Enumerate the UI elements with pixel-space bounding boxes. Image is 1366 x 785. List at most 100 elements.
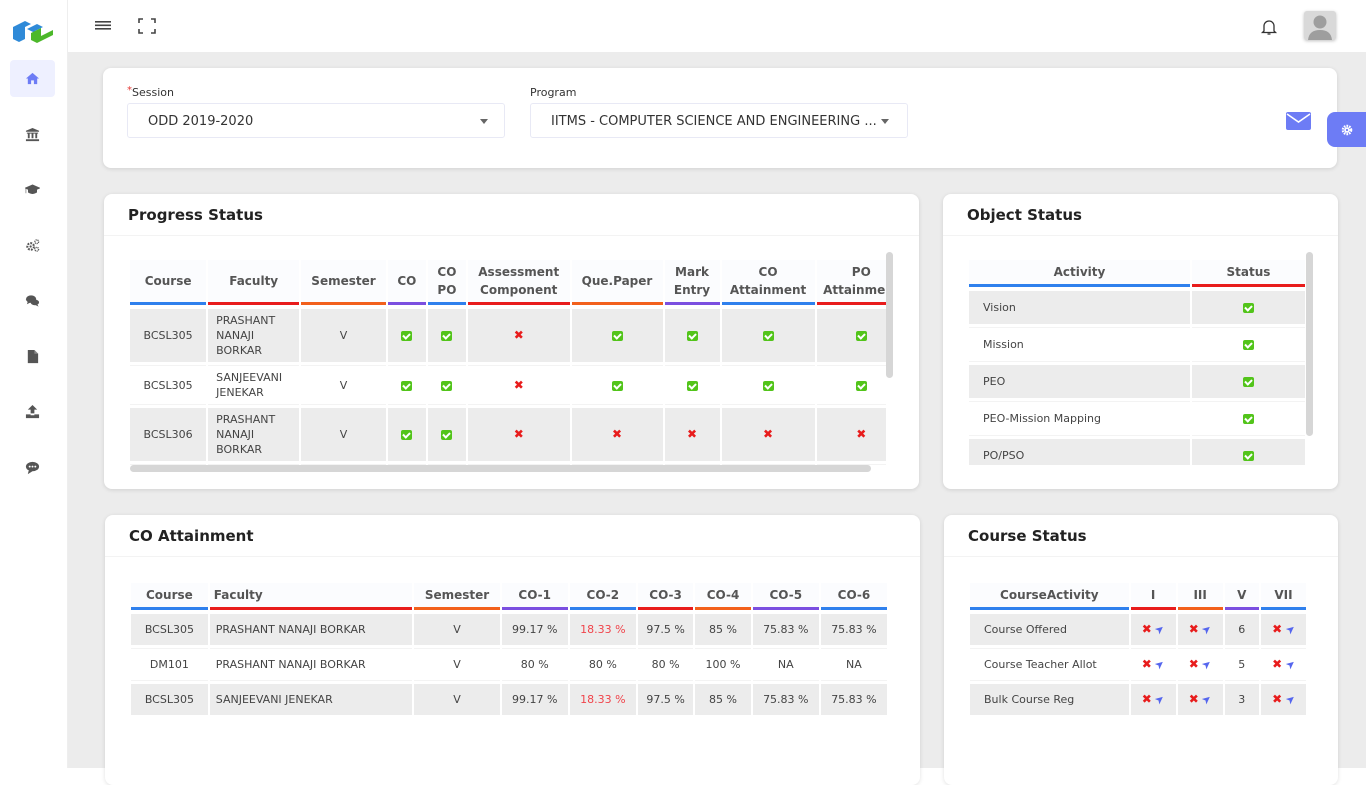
status-cell — [427, 408, 466, 461]
cross-icon: ✖ — [513, 427, 524, 441]
semester-status-cell[interactable]: ✖ ➤ — [1260, 684, 1306, 715]
fullscreen-icon[interactable] — [138, 18, 156, 34]
sidebar-item-chat[interactable] — [10, 449, 55, 486]
column-header: Faculty — [208, 260, 300, 305]
column-header: Assessment Component — [467, 260, 570, 305]
activity-cell: Vision — [969, 291, 1190, 324]
cross-icon: ✖ — [1188, 692, 1199, 706]
bell-icon[interactable] — [1260, 18, 1278, 36]
status-cell: ✖ — [467, 366, 570, 404]
send-icon[interactable]: ➤ — [1152, 691, 1169, 708]
divider — [943, 235, 1338, 236]
send-icon[interactable]: ➤ — [1199, 621, 1216, 638]
sidebar-item-discussions[interactable] — [10, 282, 55, 319]
program-label: Program — [530, 86, 577, 99]
status-cell: ✖ — [816, 408, 886, 461]
column-header: V — [1224, 583, 1259, 610]
table-row[interactable]: DM101 PRASHANT NANAJI BORKAR V 80 % 80 % 80 %… — [131, 649, 887, 680]
progress-status-card: Progress Status Course Faculty Semester CO C… — [104, 194, 919, 489]
table-row[interactable]: Course Offered ✖ ➤ ✖ ➤ 6 ✖ ➤ — [970, 614, 1306, 645]
cross-icon: ✖ — [1272, 692, 1283, 706]
send-icon[interactable]: ➤ — [1199, 691, 1216, 708]
semester-status-cell[interactable]: ✖ ➤ — [1260, 614, 1306, 645]
cross-icon: ✖ — [856, 427, 867, 441]
status-cell — [571, 366, 663, 404]
session-select[interactable]: ODD 2019-2020 — [127, 103, 505, 138]
table-row[interactable]: PEO-Mission Mapping — [969, 402, 1305, 435]
send-icon[interactable]: ➤ — [1282, 656, 1299, 673]
sidebar-item-home[interactable] — [10, 60, 55, 97]
co-value-cell: 75.83 % — [752, 614, 819, 645]
table-row[interactable]: PEO — [969, 365, 1305, 398]
check-icon — [1242, 451, 1254, 461]
table-row[interactable]: Vision — [969, 291, 1305, 324]
semester-status-cell[interactable]: ✖ ➤ — [1260, 649, 1306, 680]
cross-icon: ✖ — [1141, 657, 1152, 671]
table-row[interactable]: BCSL305 SANJEEVANI JENEKAR V 99.17 % 18.33 %… — [131, 684, 887, 715]
sidebar-item-institution[interactable] — [10, 116, 55, 153]
semester-status-cell[interactable]: ✖ ➤ — [1130, 614, 1176, 645]
activity-cell: PEO-Mission Mapping — [969, 402, 1190, 435]
send-icon[interactable]: ➤ — [1282, 691, 1299, 708]
cross-icon: ✖ — [1188, 657, 1199, 671]
sidebar-item-academics[interactable] — [10, 171, 55, 208]
send-icon[interactable]: ➤ — [1152, 621, 1169, 638]
check-icon — [441, 430, 453, 440]
status-cell: ✖ — [467, 309, 570, 362]
hamburger-icon[interactable] — [94, 18, 112, 34]
send-icon[interactable]: ➤ — [1199, 656, 1216, 673]
sidebar-item-documents[interactable] — [10, 338, 55, 375]
home-icon — [25, 72, 40, 85]
table-row[interactable]: BCSL306 PRASHANT NANAJI BORKAR V ✖ ✖ ✖ ✖ ✖ — [130, 408, 886, 461]
table-row[interactable]: PO/PSO — [969, 439, 1305, 465]
horizontal-scrollbar[interactable] — [130, 465, 871, 472]
user-avatar[interactable] — [1304, 11, 1336, 40]
program-select[interactable]: IITMS - COMPUTER SCIENCE AND ENGINEERING… — [530, 103, 908, 138]
table-row[interactable]: Bulk Course Reg ✖ ➤ ✖ ➤ 3 ✖ ➤ — [970, 684, 1306, 715]
semester-status-cell: 5 — [1224, 649, 1259, 680]
cross-icon: ✖ — [513, 328, 524, 342]
table-row[interactable]: Course Teacher Allot ✖ ➤ ✖ ➤ 5 ✖ ➤ — [970, 649, 1306, 680]
table-row[interactable]: BCSL305 PRASHANT NANAJI BORKAR V ✖ — [130, 309, 886, 362]
vertical-scrollbar[interactable] — [1306, 252, 1313, 436]
progress-table-scroll[interactable]: Course Faculty Semester CO CO PO Assessment C… — [128, 256, 886, 468]
semester-cell: V — [301, 309, 386, 362]
column-header: I — [1130, 583, 1176, 610]
status-cell — [1191, 439, 1305, 465]
semester-status-cell[interactable]: ✖ ➤ — [1177, 614, 1223, 645]
column-header: CO-2 — [569, 583, 636, 610]
table-row[interactable]: BCSL305 SANJEEVANI JENEKAR V ✖ — [130, 366, 886, 404]
vertical-scrollbar[interactable] — [886, 252, 893, 378]
sidebar-item-upload[interactable] — [10, 393, 55, 430]
semester-status-cell[interactable]: ✖ ➤ — [1130, 684, 1176, 715]
table-row[interactable]: Mission — [969, 328, 1305, 361]
session-value: ODD 2019-2020 — [148, 114, 254, 129]
send-icon[interactable]: ➤ — [1152, 656, 1169, 673]
sidebar-item-settings[interactable] — [10, 227, 55, 264]
faculty-cell: PRASHANT NANAJI BORKAR — [209, 614, 413, 645]
semester-status-cell[interactable]: ✖ ➤ — [1177, 649, 1223, 680]
semester-status-cell[interactable]: ✖ ➤ — [1177, 684, 1223, 715]
column-header: CO-1 — [501, 583, 568, 610]
faculty-cell: PRASHANT NANAJI BORKAR — [208, 408, 300, 461]
table-row[interactable]: BCSL305 PRASHANT NANAJI BORKAR V 99.17 % 18.… — [131, 614, 887, 645]
status-cell — [1191, 291, 1305, 324]
check-icon — [441, 380, 453, 391]
status-cell — [816, 366, 886, 404]
co-value-cell: 18.33 % — [569, 684, 636, 715]
faculty-cell: PRASHANT NANAJI BORKAR — [209, 649, 413, 680]
settings-panel-toggle[interactable] — [1327, 112, 1366, 147]
status-cell — [721, 366, 815, 404]
column-header: Que.Paper — [571, 260, 663, 305]
object-table-scroll[interactable]: Activity Status Vision Mission PEO PEO-Missi… — [967, 256, 1307, 465]
cross-icon: ✖ — [611, 427, 623, 441]
course-status-title: Course Status — [968, 527, 1087, 545]
app-logo[interactable] — [11, 17, 55, 45]
filter-card: *Session ODD 2019-2020 Program IITMS - C… — [103, 68, 1337, 168]
column-header: CO-5 — [752, 583, 819, 610]
check-icon — [611, 380, 623, 391]
send-icon[interactable]: ➤ — [1282, 621, 1299, 638]
mail-icon[interactable] — [1286, 112, 1311, 130]
status-cell: ✖ — [571, 408, 663, 461]
semester-status-cell[interactable]: ✖ ➤ — [1130, 649, 1176, 680]
